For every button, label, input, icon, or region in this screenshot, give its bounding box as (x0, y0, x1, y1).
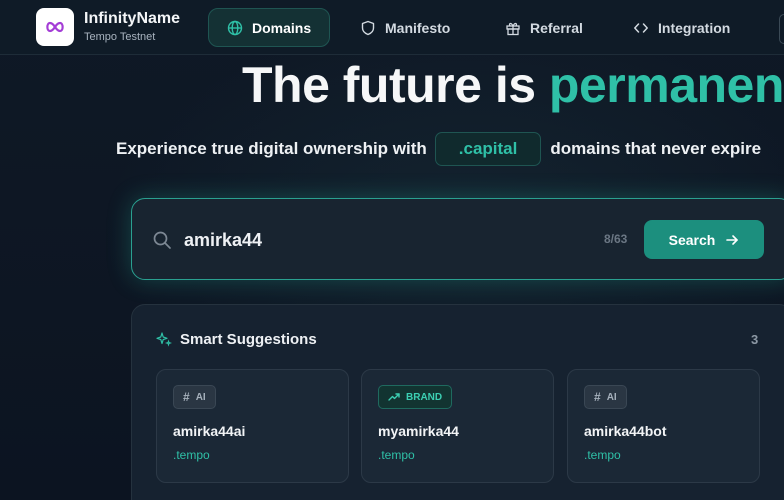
hero-title-main: The future is (242, 57, 549, 113)
shield-icon (361, 20, 375, 35)
brand-name: InfinityName (84, 10, 181, 27)
nav-item-label: Domains (252, 19, 312, 36)
suggestions-title: Smart Suggestions (180, 331, 317, 348)
nav-item-referral[interactable]: Referral (487, 8, 601, 47)
wallet-button-edge[interactable] (779, 14, 784, 44)
suggestion-tld: .tempo (173, 448, 210, 462)
suggestion-card[interactable]: BRAND myamirka44 .tempo (361, 369, 554, 483)
network-label: Tempo Testnet (84, 31, 156, 43)
suggestions-count: 3 (751, 332, 759, 347)
search-button[interactable]: Search (644, 220, 764, 259)
badge-label: AI (606, 391, 617, 403)
suggestion-tld: .tempo (378, 448, 415, 462)
badge-label: AI (195, 391, 206, 403)
nav-item-domains[interactable]: Domains (208, 8, 331, 47)
suggestion-name: amirka44bot (584, 423, 667, 439)
tld-chip[interactable]: .capital (434, 132, 542, 166)
hero-title: The future is permanent (242, 56, 784, 114)
domain-search-input[interactable] (184, 226, 484, 254)
globe-icon (227, 20, 243, 35)
trending-up-icon (388, 393, 400, 401)
arrow-right-icon (726, 234, 739, 245)
nav-item-label: Manifesto (385, 19, 451, 36)
subtitle-after: domains that never expire (550, 139, 762, 158)
brand-logo[interactable] (36, 8, 74, 46)
suggestion-badge: BRAND (378, 385, 453, 409)
sparkles-icon (156, 332, 172, 347)
hash-icon: # (183, 390, 190, 404)
hero-subtitle: Experience true digital ownership with .… (116, 132, 761, 166)
nav-item-manifesto[interactable]: Manifesto (342, 8, 468, 47)
suggestion-card[interactable]: # AI amirka44ai .tempo (156, 369, 349, 483)
suggestion-name: amirka44ai (173, 423, 246, 439)
code-icon (634, 22, 648, 33)
suggestion-badge: # AI (173, 385, 216, 409)
infinity-icon (46, 21, 64, 33)
char-counter: 8/63 (604, 232, 628, 246)
nav-item-label: Referral (530, 19, 583, 36)
gift-icon (506, 22, 520, 35)
search-icon (153, 231, 171, 249)
hero-title-accent: permanent (548, 57, 784, 113)
suggestion-card[interactable]: # AI amirka44bot .tempo (567, 369, 760, 483)
nav-item-integration[interactable]: Integration (615, 8, 748, 47)
suggestion-tld: .tempo (584, 448, 621, 462)
search-button-label: Search (668, 231, 716, 248)
suggestion-badge: # AI (584, 385, 627, 409)
suggestion-name: myamirka44 (378, 423, 459, 439)
hash-icon: # (594, 390, 601, 404)
subtitle-before: Experience true digital ownership with (116, 139, 427, 158)
top-navbar: InfinityName Tempo Testnet Domains Manif… (0, 0, 784, 55)
badge-label: BRAND (406, 391, 443, 403)
nav-item-label: Integration (658, 19, 731, 36)
